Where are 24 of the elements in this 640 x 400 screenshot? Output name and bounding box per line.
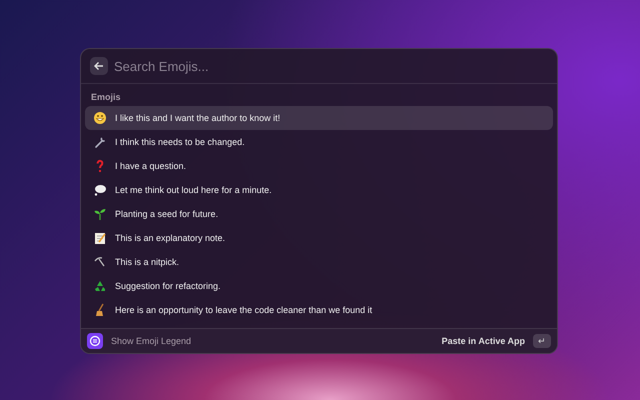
thought-bubble-icon bbox=[93, 183, 107, 197]
section-header: Emojis bbox=[90, 91, 122, 104]
recycle-icon bbox=[93, 279, 107, 293]
smiley-icon bbox=[93, 111, 107, 125]
wrench-icon bbox=[93, 135, 107, 149]
seedling-icon bbox=[93, 207, 107, 221]
emoji-list-item[interactable]: This is an explanatory note. bbox=[85, 226, 553, 250]
emoji-list-item[interactable]: I like this and I want the author to know it! bbox=[85, 106, 553, 130]
enter-key-button[interactable]: ↵ bbox=[533, 334, 551, 348]
arrow-left-icon bbox=[94, 61, 104, 71]
legend-icon bbox=[87, 333, 103, 349]
paste-action-label: Paste in Active App bbox=[442, 336, 525, 346]
emoji-list-item[interactable]: Let me think out loud here for a minute. bbox=[85, 178, 553, 202]
emoji-list-item[interactable]: Suggestion for refactoring. bbox=[85, 274, 553, 298]
memo-icon bbox=[93, 231, 107, 245]
emoji-list-item[interactable]: Planting a seed for future. bbox=[85, 202, 553, 226]
emoji-list-item[interactable]: I have a question. bbox=[85, 154, 553, 178]
emoji-list-item[interactable]: I think this needs to be changed. bbox=[85, 130, 553, 154]
emoji-list-item[interactable]: This is a nitpick. bbox=[85, 250, 553, 274]
emoji-list-item[interactable]: Here is an opportunity to leave the code cleaner than we found it bbox=[85, 298, 553, 322]
legend-link[interactable]: Show Emoji Legend bbox=[111, 336, 192, 346]
search-field[interactable]: Search Emojis... bbox=[114, 58, 548, 74]
pick-icon bbox=[93, 255, 107, 269]
back-button[interactable] bbox=[90, 57, 108, 75]
